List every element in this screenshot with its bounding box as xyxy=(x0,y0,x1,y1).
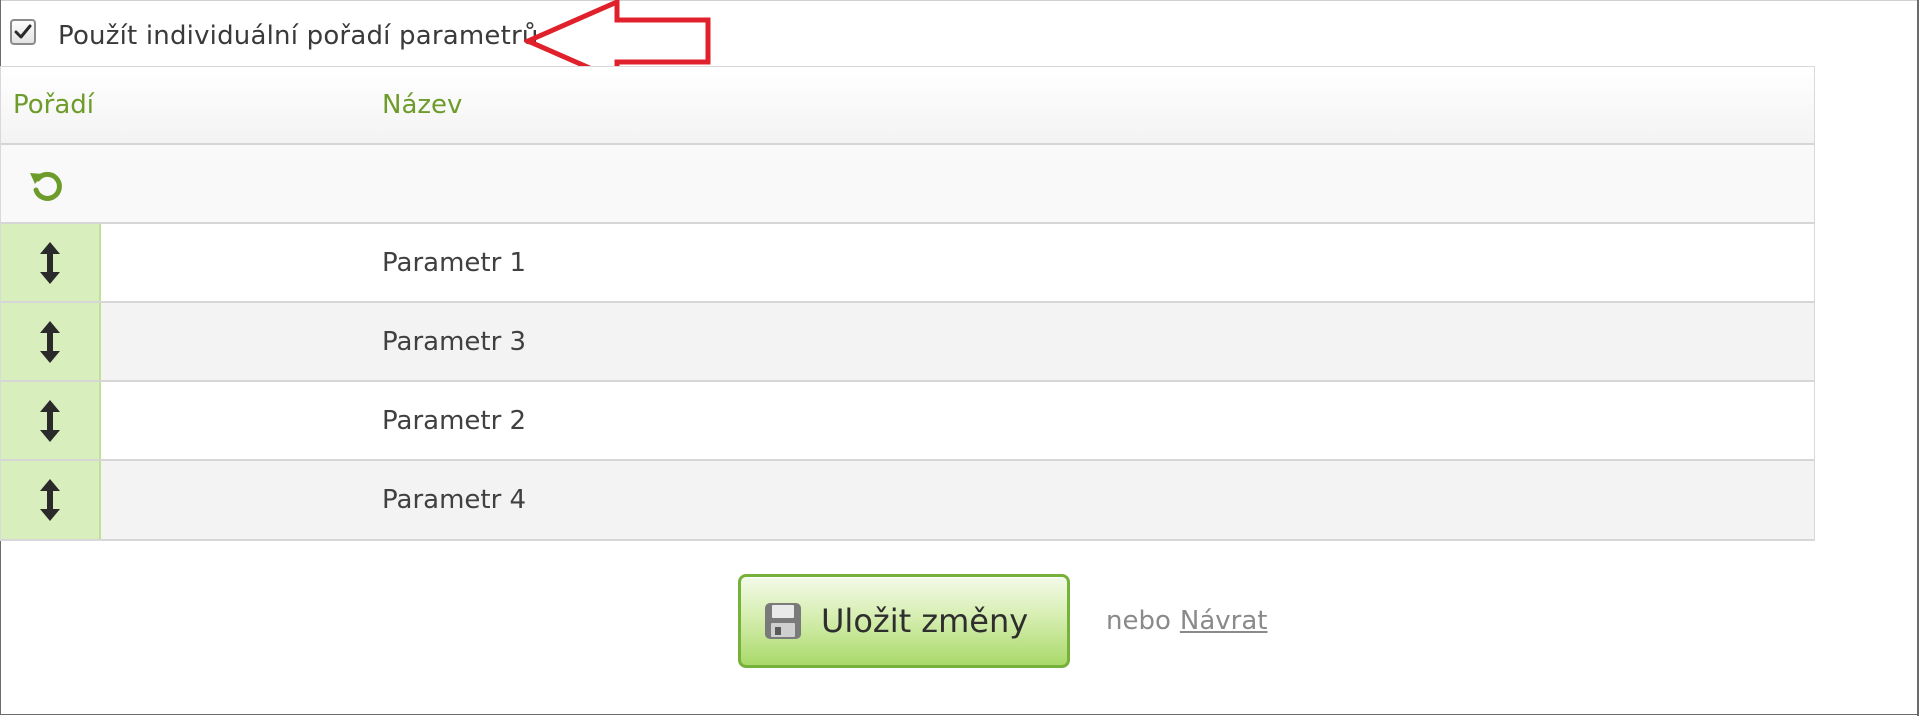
column-header-order[interactable]: Pořadí xyxy=(13,67,94,143)
individual-order-checkbox[interactable] xyxy=(10,19,36,45)
table-row: Parametr 2 xyxy=(1,382,1814,461)
form-actions: Uložit změny nebo Návrat xyxy=(738,574,1267,668)
back-link[interactable]: Návrat xyxy=(1180,606,1268,636)
floppy-disk-icon xyxy=(765,603,801,639)
individual-order-label[interactable]: Použít individuální pořadí parametrů xyxy=(58,21,539,51)
column-header-name[interactable]: Název xyxy=(382,67,462,143)
table-row: Parametr 4 xyxy=(1,461,1814,540)
parameter-name: Parametr 1 xyxy=(382,247,527,278)
drag-handle[interactable] xyxy=(1,224,101,301)
drag-handle[interactable] xyxy=(1,382,101,459)
parameter-name: Parametr 3 xyxy=(382,326,527,357)
parameter-name: Parametr 4 xyxy=(382,485,527,515)
drag-vertical-arrows-icon xyxy=(40,241,60,284)
individual-order-option[interactable]: Použít individuální pořadí parametrů xyxy=(10,16,539,56)
drag-vertical-arrows-icon xyxy=(40,399,60,442)
drag-handle[interactable] xyxy=(1,303,101,380)
parameters-order-table: Pořadí Název Parametr 1 Parametr 3 Param… xyxy=(0,66,1815,541)
drag-handle[interactable] xyxy=(1,461,101,539)
or-text: nebo xyxy=(1106,606,1171,636)
table-header: Pořadí Název xyxy=(1,67,1814,145)
table-row: Parametr 1 xyxy=(1,224,1814,303)
drag-vertical-arrows-icon xyxy=(40,479,60,521)
drag-vertical-arrows-icon xyxy=(40,320,60,363)
refresh-icon[interactable] xyxy=(27,165,67,205)
save-changes-label: Uložit změny xyxy=(821,602,1029,640)
parameter-name: Parametr 2 xyxy=(382,405,527,436)
checkmark-icon xyxy=(14,24,32,39)
table-row: Parametr 3 xyxy=(1,303,1814,382)
save-changes-button[interactable]: Uložit změny xyxy=(738,574,1070,668)
reset-row xyxy=(1,145,1814,224)
